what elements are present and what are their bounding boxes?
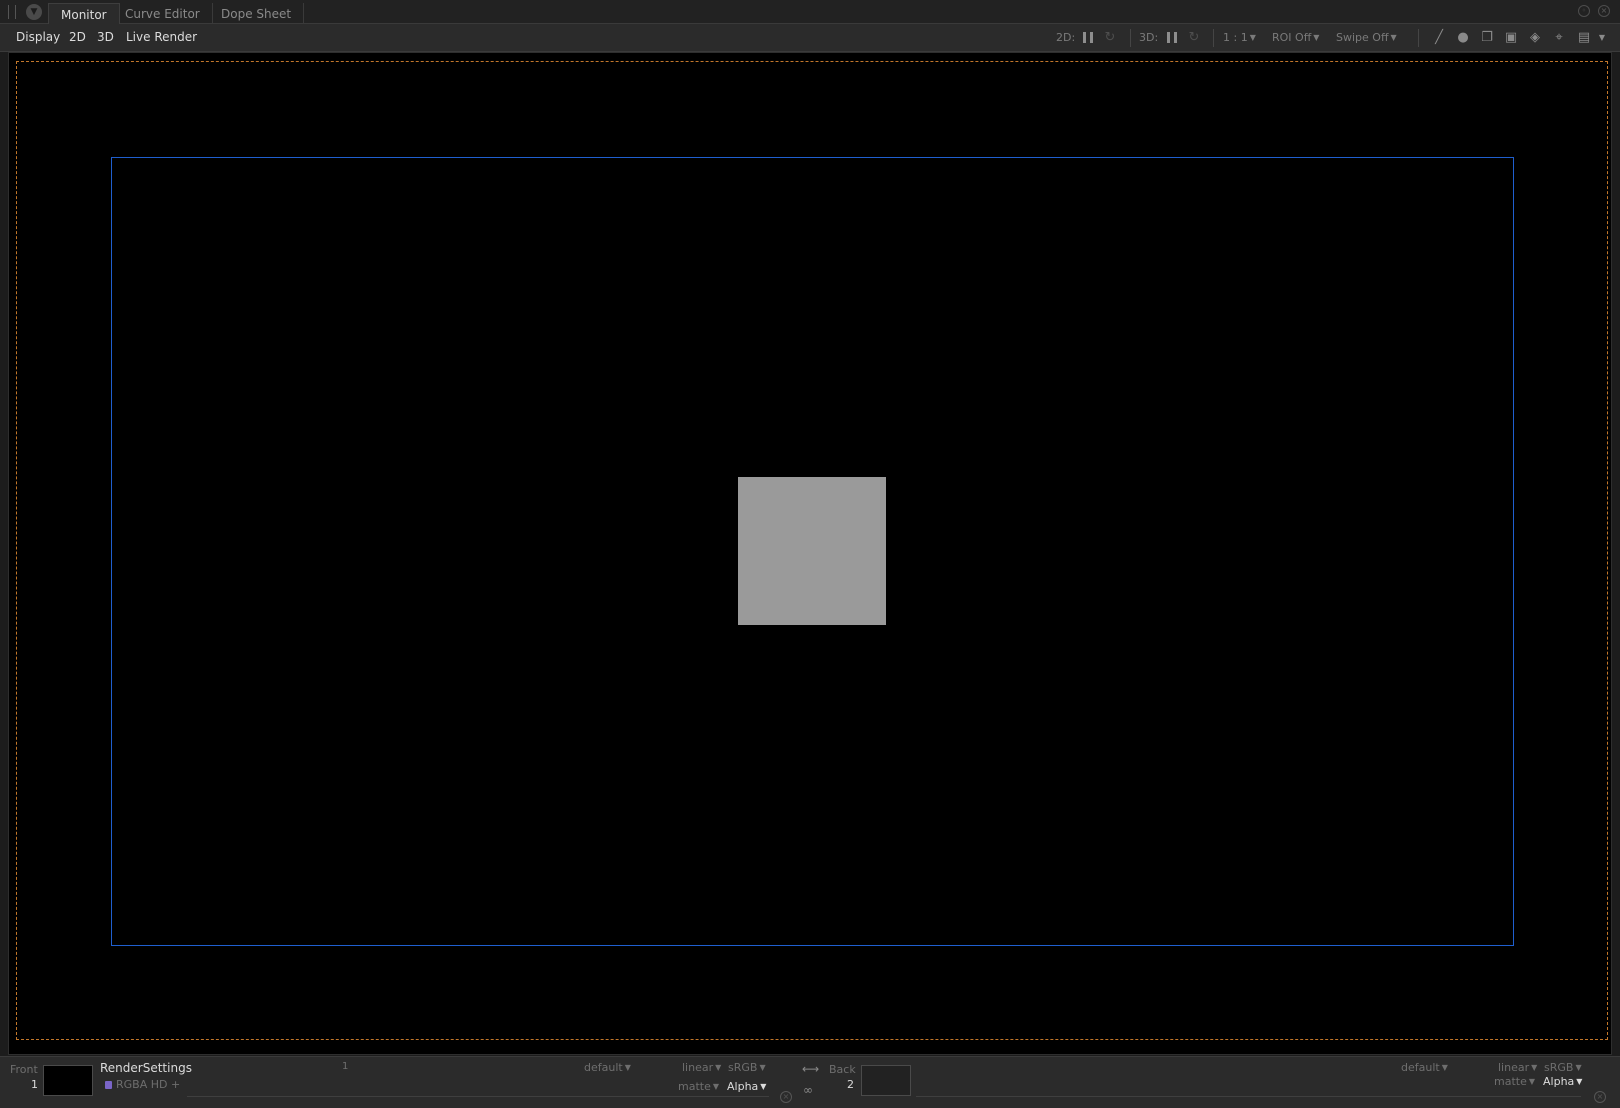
chevron-down-icon[interactable]: ▼	[1594, 30, 1610, 46]
toolbar-divider	[1130, 29, 1131, 47]
chevron-down-icon: ▼	[1249, 33, 1256, 42]
chevron-down-icon: ▼	[712, 1082, 720, 1091]
front-frame: 1	[342, 1061, 349, 1072]
chevron-down-icon: ▼	[1528, 1077, 1536, 1086]
float-pane-icon[interactable]: ◦	[1578, 5, 1590, 17]
pen-tool-icon[interactable]: ╱	[1431, 30, 1447, 46]
front-channels: RGBA	[116, 1078, 148, 1091]
link-inputs-icon[interactable]: ∞	[803, 1083, 813, 1097]
front-thumbnail[interactable]	[43, 1065, 93, 1096]
copy-layers-icon[interactable]: ❐	[1479, 30, 1495, 46]
back-label: Back	[829, 1063, 856, 1076]
front-number: 1	[31, 1078, 38, 1091]
rendered-gray-square	[738, 477, 886, 625]
back-clear-icon[interactable]: ×	[1594, 1091, 1606, 1103]
front-field-underline	[187, 1096, 769, 1097]
back-colorspace-in-value: linear	[1498, 1061, 1530, 1074]
toolbar-divider	[1418, 29, 1419, 47]
chevron-down-icon: ▼	[1575, 1063, 1582, 1072]
roi-value: ROI Off	[1272, 31, 1312, 44]
back-field-underline	[916, 1096, 1581, 1097]
back-matte-dropdown[interactable]: matte ▼	[1494, 1075, 1535, 1088]
chevron-down-icon: ▼	[760, 1082, 767, 1091]
front-lut-dropdown[interactable]: default ▼	[584, 1061, 631, 1074]
menu-3d[interactable]: 3D	[97, 30, 114, 44]
chevron-down-icon: ▼	[1390, 33, 1397, 42]
chevron-down-icon: ▼	[715, 1063, 722, 1072]
front-channel-value: Alpha	[727, 1080, 759, 1093]
back-channel-value: Alpha	[1543, 1075, 1575, 1088]
front-label: Front	[10, 1063, 38, 1076]
front-channel-dropdown[interactable]: Alpha ▼	[727, 1080, 766, 1093]
front-lut-value: default	[584, 1061, 623, 1074]
chevron-down-icon: ▼	[759, 1063, 766, 1072]
crosshair-icon[interactable]: ⌖	[1551, 30, 1567, 46]
back-lut-value: default	[1401, 1061, 1440, 1074]
back-lut-dropdown[interactable]: default ▼	[1401, 1061, 1448, 1074]
front-info: RGBA HD +	[105, 1078, 180, 1091]
front-format: HD	[150, 1078, 168, 1091]
tab-curve-editor[interactable]: Curve Editor	[113, 3, 213, 24]
label-2d: 2D:	[1056, 31, 1076, 44]
refresh-3d-icon[interactable]: ↻	[1186, 30, 1202, 46]
menu-live-render[interactable]: Live Render	[126, 30, 197, 44]
swipe-value: Swipe Off	[1336, 31, 1389, 44]
back-channel-dropdown[interactable]: Alpha ▼	[1543, 1075, 1582, 1088]
swap-inputs-icon[interactable]: ⟷	[802, 1062, 819, 1076]
zoom-ratio-value: 1 : 1	[1223, 31, 1248, 44]
front-plus: +	[171, 1078, 181, 1091]
front-clear-icon[interactable]: ×	[780, 1091, 792, 1103]
viewer-toolbar: Display 2D 3D Live Render 2D: ↻ 3D: ↻ 1 …	[0, 24, 1620, 52]
back-thumbnail[interactable]	[861, 1065, 911, 1096]
back-colorspace-in-dropdown[interactable]: linear ▼	[1498, 1061, 1537, 1074]
refresh-2d-icon[interactable]: ↻	[1102, 30, 1118, 46]
chevron-down-icon: ▼	[1313, 33, 1320, 42]
front-colorspace-out-value: sRGB	[728, 1061, 758, 1074]
chevron-down-icon: ▼	[1576, 1077, 1583, 1086]
back-colorspace-out-value: sRGB	[1544, 1061, 1574, 1074]
comment-icon[interactable]: ●	[1455, 30, 1471, 46]
compare-icon[interactable]: ◈	[1527, 30, 1543, 46]
snapshot-icon[interactable]: ▣	[1503, 30, 1519, 46]
menu-2d[interactable]: 2D	[69, 30, 86, 44]
tab-monitor[interactable]: Monitor	[48, 3, 120, 24]
zoom-ratio-dropdown[interactable]: 1 : 1 ▼	[1223, 31, 1256, 44]
tab-label: Monitor	[61, 8, 107, 22]
pause-2d-icon[interactable]	[1080, 30, 1096, 46]
tab-label: Curve Editor	[125, 7, 200, 21]
back-colorspace-out-dropdown[interactable]: sRGB ▼	[1544, 1061, 1582, 1074]
viewer-input-bar: Front 1 RenderSettings RGBA HD + 1 defau…	[0, 1056, 1620, 1108]
front-colorspace-out-dropdown[interactable]: sRGB ▼	[728, 1061, 766, 1074]
label-3d: 3D:	[1139, 31, 1159, 44]
front-matte-dropdown[interactable]: matte ▼	[678, 1080, 719, 1093]
chevron-down-icon: ▼	[624, 1063, 631, 1072]
pause-3d-icon[interactable]	[1164, 30, 1180, 46]
chevron-down-icon: ▼	[1531, 1063, 1538, 1072]
close-pane-icon[interactable]: ×	[1598, 5, 1610, 17]
back-number: 2	[847, 1078, 854, 1091]
swipe-dropdown[interactable]: Swipe Off ▼	[1336, 31, 1397, 44]
front-node-name[interactable]: RenderSettings	[100, 1061, 192, 1075]
menu-display[interactable]: Display	[16, 30, 60, 44]
clapperboard-icon[interactable]: ▤	[1576, 30, 1592, 46]
front-matte-value: matte	[678, 1080, 711, 1093]
lock-icon[interactable]	[105, 1081, 112, 1089]
tab-bar: ▼ Monitor Curve Editor Dope Sheet ◦ ×	[0, 0, 1620, 24]
tab-dope-sheet[interactable]: Dope Sheet	[209, 3, 305, 24]
roi-dropdown[interactable]: ROI Off ▼	[1272, 31, 1319, 44]
tab-label: Dope Sheet	[221, 7, 292, 21]
chevron-down-icon: ▼	[1441, 1063, 1448, 1072]
front-colorspace-in-value: linear	[682, 1061, 714, 1074]
back-matte-value: matte	[1494, 1075, 1527, 1088]
toolbar-divider	[1213, 29, 1214, 47]
pane-grip-handle[interactable]	[8, 5, 16, 19]
pane-menu-icon[interactable]: ▼	[26, 4, 42, 20]
front-colorspace-in-dropdown[interactable]: linear ▼	[682, 1061, 721, 1074]
